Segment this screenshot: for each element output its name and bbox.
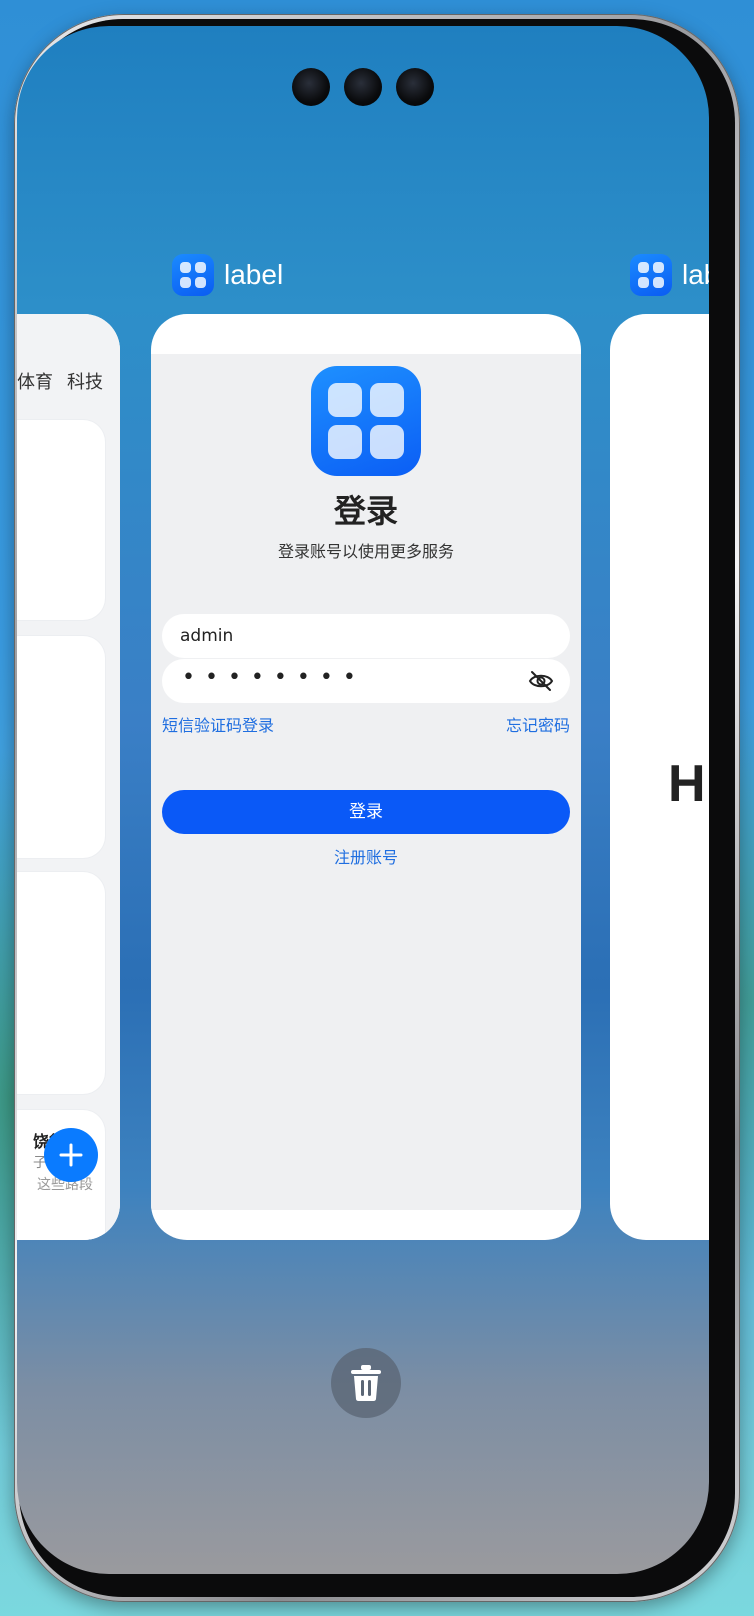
login-page: 登录 登录账号以使用更多服务 admin •••••••• 短信验证码登录 忘记…	[151, 354, 581, 1210]
news-tile	[17, 420, 105, 620]
news-tile	[17, 872, 105, 1094]
username-field[interactable]: admin	[162, 614, 570, 658]
right-app-label: label	[682, 259, 709, 290]
right-app-header[interactable]: label	[630, 254, 709, 296]
login-button[interactable]: 登录	[162, 790, 570, 834]
camera-lens	[396, 68, 434, 106]
username-value: admin	[180, 626, 234, 646]
camera-lens	[292, 68, 330, 106]
sms-login-link[interactable]: 短信验证码登录	[162, 712, 274, 736]
recent-apps-screen: label label 体育科技 饶行 子弃 这些路段 登录 登录账号以使用更多…	[17, 26, 709, 1574]
login-title: 登录	[333, 492, 398, 530]
app-icon	[630, 254, 672, 296]
login-subtitle: 登录账号以使用更多服务	[277, 542, 454, 561]
eye-off-icon[interactable]	[528, 669, 554, 693]
password-field[interactable]: ••••••••	[162, 659, 570, 703]
news-tile	[17, 636, 105, 858]
camera-lens	[344, 68, 382, 106]
tab-tech: 科技	[67, 372, 103, 393]
center-app-header[interactable]: label	[172, 254, 283, 296]
right-app-card[interactable]: H	[610, 314, 709, 1240]
trash-icon	[351, 1365, 381, 1401]
tab-sports: 体育	[17, 372, 53, 393]
password-value: ••••••••	[182, 665, 366, 690]
left-card-tabs: 体育 科技	[17, 368, 117, 394]
plus-icon	[59, 1143, 83, 1167]
forgot-password-link[interactable]: 忘记密码	[506, 712, 570, 736]
clear-all-button[interactable]	[331, 1348, 401, 1418]
left-app-card[interactable]: 体育科技 饶行 子弃 这些路段	[17, 314, 120, 1240]
register-link[interactable]: 注册账号	[151, 844, 581, 868]
right-card-text: H	[668, 755, 706, 813]
add-button[interactable]	[44, 1128, 98, 1182]
center-app-label: label	[224, 259, 284, 290]
app-icon	[172, 254, 214, 296]
center-app-card[interactable]: 登录 登录账号以使用更多服务 admin •••••••• 短信验证码登录 忘记…	[151, 314, 581, 1240]
app-logo	[311, 366, 421, 476]
